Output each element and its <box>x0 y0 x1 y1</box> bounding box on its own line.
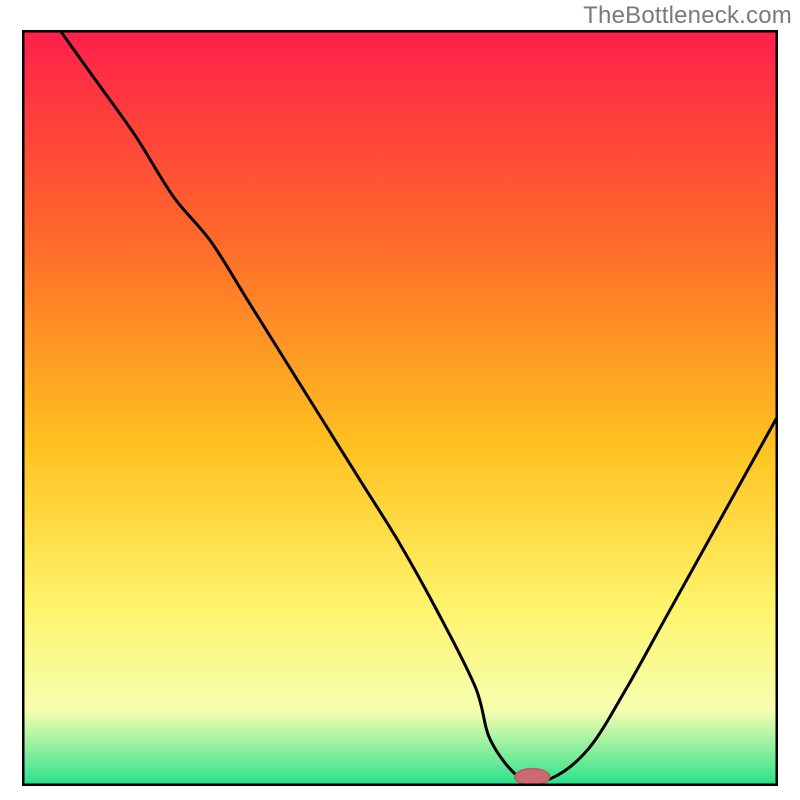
bottleneck-chart <box>22 30 778 786</box>
plot-area <box>22 30 778 786</box>
chart-root: TheBottleneck.com <box>0 0 800 800</box>
optimal-marker <box>515 769 550 786</box>
heatmap-background <box>22 30 778 786</box>
attribution-watermark: TheBottleneck.com <box>583 2 792 30</box>
